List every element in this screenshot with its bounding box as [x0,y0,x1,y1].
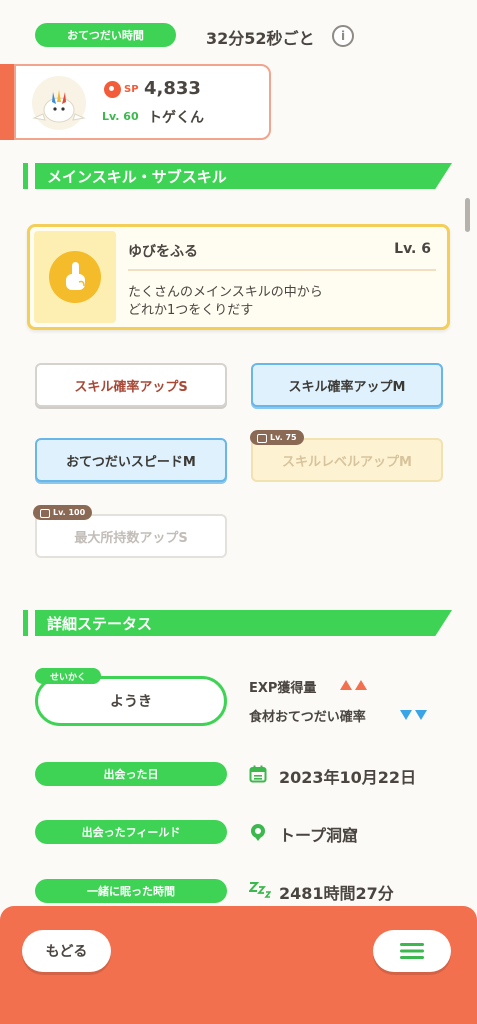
section-header-skills: メインスキル・サブスキル [35,163,452,189]
finger-icon [49,251,101,303]
nature-down-effect: 食材おてつだい確率 [249,710,366,725]
info-button[interactable]: i [332,25,354,47]
main-skill-description-line1: たくさんのメインスキルの中から [128,285,323,300]
skill-icon-panel [34,231,116,323]
info-icon: i [340,29,346,43]
help-interval-value: 32分52秒ごと [206,29,315,48]
sub-skill-3[interactable]: おてつだいスピードM [35,438,227,482]
field-pin-icon [251,824,265,841]
help-interval-label: おてつだい時間 [35,23,176,47]
zzz-icon [249,882,271,898]
sleep-time-label: 一緒に眠った時間 [35,879,227,903]
back-button[interactable]: もどる [22,930,111,972]
nature-value: ようき [110,694,152,710]
scrollbar[interactable] [465,198,470,232]
section-header-details: 詳細ステータス [35,610,452,636]
nature-tag: せいかく [35,668,101,684]
divider [128,269,436,271]
sleep-time-value: 2481時間27分 [279,884,394,903]
stat-down-arrow-icon [415,710,427,720]
section-marker [23,163,28,189]
main-skill-description-line2: どれか1つをくりだす [128,303,254,318]
hamburger-menu-icon [400,943,424,959]
lock-badge-lv75: Lv. 75 [250,430,304,445]
main-skill-level: Lv. 6 [394,241,431,257]
section-marker [23,610,28,636]
met-field-label: 出会ったフィールド [35,820,227,844]
nature-up-effect: EXP獲得量 [249,681,317,696]
stat-up-arrow-icon [340,680,352,690]
sub-skill-1[interactable]: スキル確率アップS [35,363,227,407]
back-button-label: もどる [45,944,88,960]
pokemon-level: Lv. 60 [102,110,139,123]
pokemon-card[interactable]: SP 4,833 Lv. 60 トゲくん [14,64,271,140]
main-skill-card[interactable]: ゆびをふる Lv. 6 たくさんのメインスキルの中から どれか1つをくりだす [27,224,450,330]
sp-value: 4,833 [144,78,201,99]
card-accent-tab [0,64,14,140]
pokemon-avatar [32,76,86,130]
lock-badge-lv100: Lv. 100 [33,505,93,520]
sub-skill-5[interactable]: 最大所持数アップS [35,514,227,558]
met-date-label: 出会った日 [35,762,227,786]
stat-down-arrow-icon [400,710,412,720]
sub-skill-2[interactable]: スキル確率アップM [251,363,443,407]
sp-label: SP [124,84,139,95]
met-field-value: トープ洞窟 [279,826,359,845]
sp-ball-icon [104,81,121,98]
stat-up-arrow-icon [355,680,367,690]
main-skill-name: ゆびをふる [128,244,198,260]
met-date-value: 2023年10月22日 [279,768,417,787]
pokemon-name: トゲくん [148,110,204,126]
menu-button[interactable] [373,930,451,972]
calendar-icon [249,765,267,783]
